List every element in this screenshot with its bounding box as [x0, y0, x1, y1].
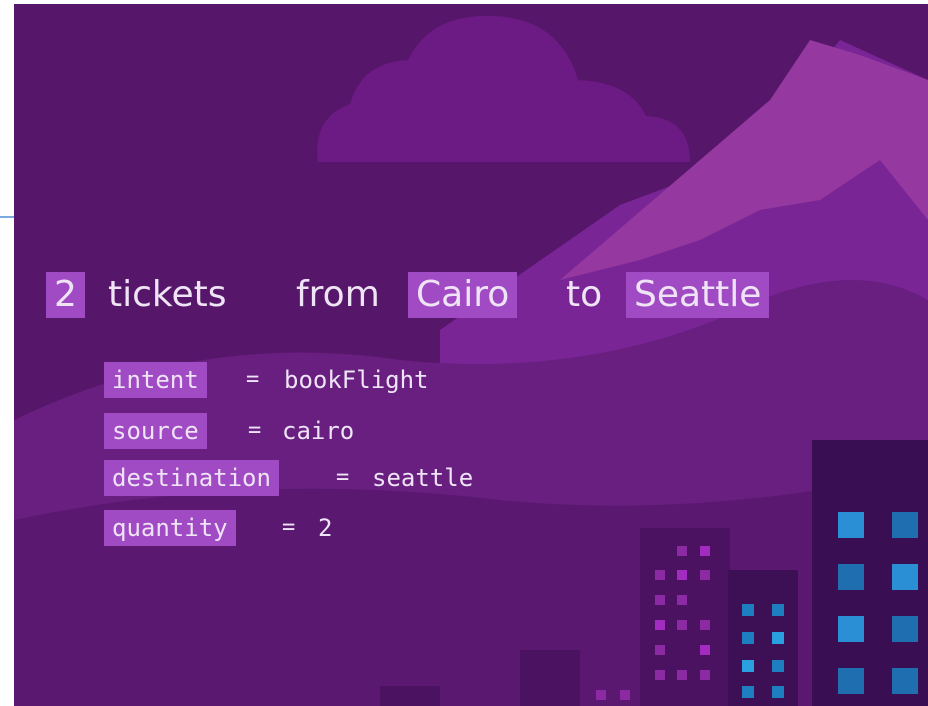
entity-key-source: source	[104, 413, 207, 449]
entity-equals-source: =	[248, 418, 262, 443]
utterance-destination-chip: Seattle	[626, 272, 770, 318]
illustration-frame: 2 tickets from Cairo to Seattle intent =…	[0, 0, 928, 706]
utterance-quantity-chip: 2	[46, 272, 85, 318]
entity-key-intent: intent	[104, 362, 207, 398]
entity-key-quantity: quantity	[104, 510, 236, 546]
entity-equals-destination: =	[336, 465, 350, 490]
entity-value-intent: bookFlight	[284, 366, 429, 394]
entity-equals-intent: =	[246, 367, 260, 392]
entity-value-quantity: 2	[318, 514, 333, 542]
text-layer: 2 tickets from Cairo to Seattle intent =…	[0, 0, 928, 706]
entity-value-source: cairo	[282, 417, 355, 445]
entity-value-destination: seattle	[372, 464, 474, 492]
utterance-word-to: to	[566, 274, 603, 315]
entity-key-destination: destination	[104, 460, 279, 496]
utterance-word-tickets: tickets	[108, 274, 227, 315]
utterance-word-from: from	[296, 274, 380, 315]
entity-equals-quantity: =	[282, 515, 296, 540]
utterance-source-chip: Cairo	[408, 272, 518, 318]
